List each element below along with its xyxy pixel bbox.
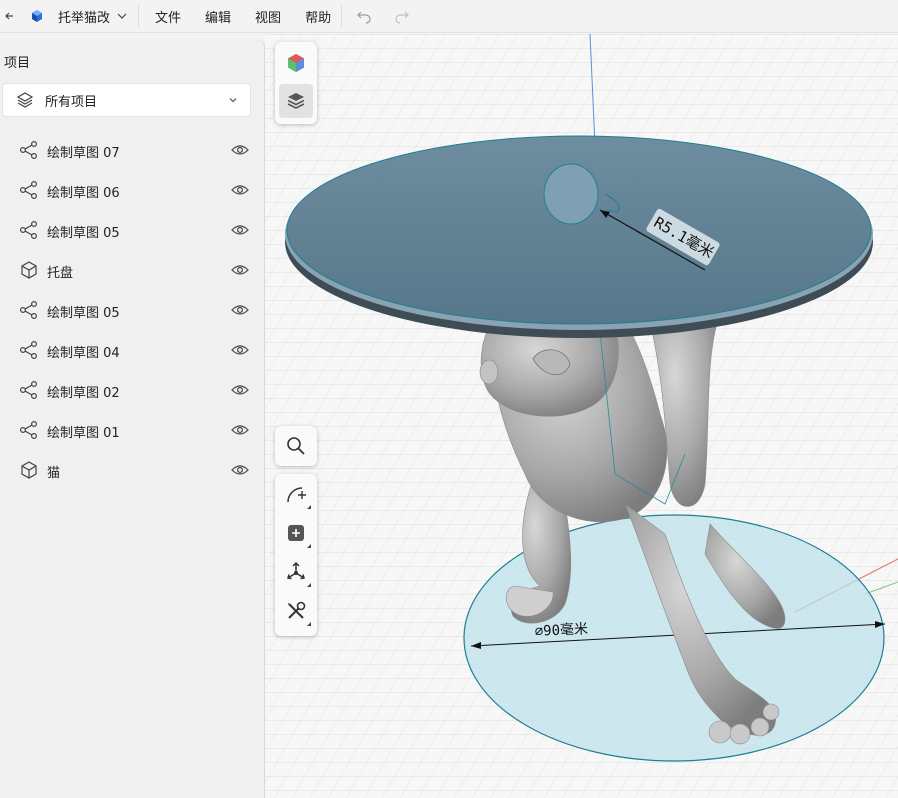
menu-help[interactable]: 帮助 (303, 3, 333, 30)
modeling-toolbar (275, 474, 317, 636)
list-item[interactable]: 绘制草图 05 (0, 290, 265, 330)
transform-move-icon (287, 561, 305, 580)
sketch-icon (19, 140, 38, 160)
layers-stack-icon (287, 93, 305, 109)
search-icon (287, 437, 305, 455)
item-filter-dropdown[interactable]: 所有项目 (2, 83, 251, 117)
view-toolbar (275, 42, 317, 124)
eye-visibility-icon[interactable] (231, 303, 249, 317)
scene-canvas[interactable]: ⌀90毫米 R5.1毫米 (265, 34, 898, 798)
add-primitive-button[interactable] (279, 516, 313, 550)
list-item[interactable]: 托盘 (0, 250, 265, 290)
search-button[interactable] (279, 429, 313, 463)
list-item-label: 托盘 (47, 266, 74, 281)
submenu-corner-indicator (307, 583, 311, 587)
project-item-list: 绘制草图 07 绘制草图 06 绘制草图 05 托盘 绘制草图 05 绘制草图 … (0, 130, 265, 490)
eye-visibility-icon[interactable] (231, 143, 249, 157)
redo-icon[interactable] (394, 8, 410, 24)
filter-selected-value: 所有项目 (45, 94, 98, 110)
sketch-arc-icon (287, 487, 306, 503)
diameter-label: ⌀90毫米 (534, 620, 588, 640)
list-item[interactable]: 绘制草图 04 (0, 330, 265, 370)
menu-file[interactable]: 文件 (153, 3, 183, 30)
sketch-tool-button[interactable] (279, 477, 313, 511)
list-item-label: 绘制草图 02 (47, 386, 120, 401)
sketch-icon (19, 220, 38, 240)
sketch-icon (19, 420, 38, 440)
wrench-screwdriver-icon (288, 601, 306, 619)
layers-icon (16, 92, 34, 108)
list-item[interactable]: 绘制草图 07 (0, 130, 265, 170)
eye-visibility-icon[interactable] (231, 423, 249, 437)
document-title[interactable]: 托举猫改 (58, 7, 110, 26)
list-item-label: 绘制草图 07 (47, 146, 120, 161)
list-item-label: 绘制草图 05 (47, 226, 120, 241)
list-item[interactable]: 绘制草图 05 (0, 210, 265, 250)
app-logo-icon (32, 10, 42, 22)
tray-hole-sketch (543, 163, 599, 225)
list-item[interactable]: 绘制草图 02 (0, 370, 265, 410)
view-cube-button[interactable] (279, 46, 313, 80)
sketch-icon (19, 300, 38, 320)
list-item-label: 绘制草图 05 (47, 306, 120, 321)
menu-edit[interactable]: 编辑 (203, 3, 233, 30)
sketch-icon (19, 380, 38, 400)
layers-button[interactable] (279, 84, 313, 118)
eye-visibility-icon[interactable] (231, 223, 249, 237)
list-item[interactable]: 绘制草图 06 (0, 170, 265, 210)
menu-divider (341, 5, 343, 27)
menu-view[interactable]: 视图 (253, 3, 283, 30)
list-item-label: 猫 (47, 466, 61, 481)
body-cube-icon (21, 261, 37, 279)
list-item[interactable]: 绘制草图 01 (0, 410, 265, 450)
chevron-down-icon (229, 98, 237, 103)
submenu-corner-indicator (307, 622, 311, 626)
list-item[interactable]: 猫 (0, 450, 265, 490)
tray-disk[interactable] (285, 135, 873, 338)
list-item-label: 绘制草图 04 (47, 346, 120, 361)
sketch-icon (19, 340, 38, 360)
search-toolbar (275, 426, 317, 466)
list-item-label: 绘制草图 06 (47, 186, 120, 201)
tools-button[interactable] (279, 594, 313, 628)
eye-visibility-icon[interactable] (231, 263, 249, 277)
eye-visibility-icon[interactable] (231, 183, 249, 197)
submenu-corner-indicator (307, 544, 311, 548)
add-box-icon (288, 525, 304, 541)
project-panel: 项目 所有项目 绘制草图 07 绘制草图 06 绘制草图 05 托盘 绘制草图 … (0, 41, 265, 798)
menu-bar: 托举猫改 文件 编辑 视图 帮助 (0, 0, 898, 33)
sketch-icon (19, 180, 38, 200)
submenu-corner-indicator (307, 505, 311, 509)
panel-title: 项目 (4, 56, 31, 71)
list-item-label: 绘制草图 01 (47, 426, 120, 441)
menu-divider (138, 5, 140, 27)
view-cube-icon (288, 54, 304, 72)
undo-icon[interactable] (356, 8, 372, 24)
eye-visibility-icon[interactable] (231, 383, 249, 397)
eye-visibility-icon[interactable] (231, 463, 249, 477)
eye-visibility-icon[interactable] (231, 343, 249, 357)
3d-viewport[interactable]: ⌀90毫米 R5.1毫米 (265, 34, 898, 798)
chevron-down-icon[interactable] (116, 10, 128, 22)
back-arrow-icon[interactable] (0, 0, 18, 33)
body-cube-icon (21, 461, 37, 479)
transform-button[interactable] (279, 555, 313, 589)
